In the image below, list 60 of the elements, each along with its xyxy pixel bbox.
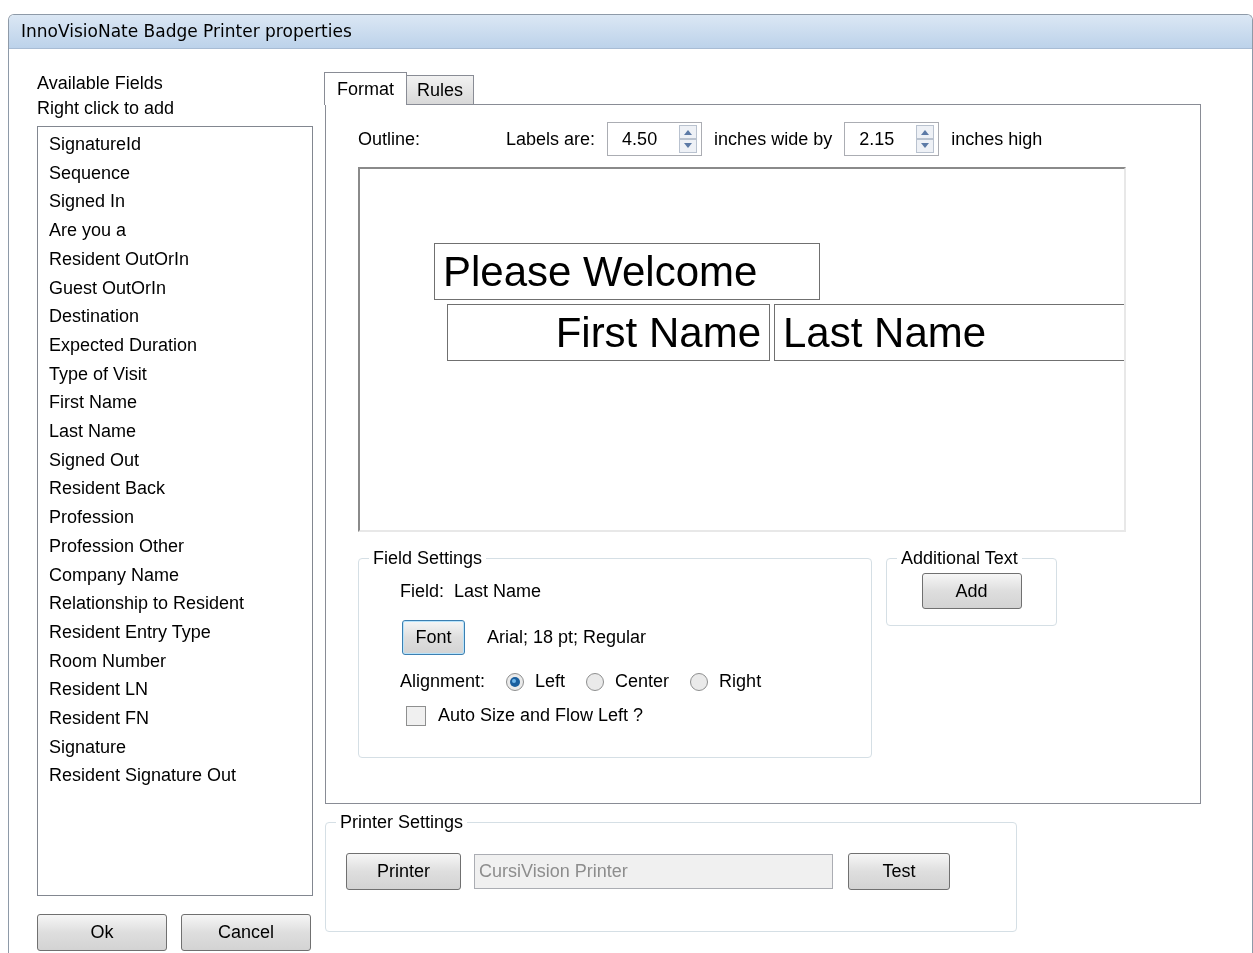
badge-text-field[interactable]: First Name	[447, 304, 770, 361]
group-title: Printer Settings	[339, 812, 465, 833]
window-title: InnoVisioNate Badge Printer properties	[9, 15, 1252, 49]
list-item[interactable]: First Name	[49, 388, 137, 418]
list-item[interactable]: Relationship to Resident	[49, 589, 245, 618]
checkbox[interactable]	[406, 705, 426, 726]
list-item[interactable]: Room Number	[49, 646, 167, 676]
list-item[interactable]: Signed Out	[49, 445, 140, 475]
list-hint: Right click to add	[37, 97, 176, 120]
printer-button[interactable]: Printer	[346, 853, 461, 890]
list-heading: Available Fields	[37, 72, 164, 95]
list-item[interactable]: Type of Visit	[49, 359, 147, 389]
list-item[interactable]: Profession	[49, 503, 135, 532]
size-label: inches wide by	[714, 128, 833, 150]
size-label: Labels are:	[506, 128, 596, 150]
list-item[interactable]: Resident LN	[49, 675, 149, 705]
group-title: Field Settings	[372, 548, 484, 569]
size-label: inches high	[951, 128, 1043, 150]
radio-label: Right	[719, 671, 762, 692]
field-name-text: Field: Last Name	[400, 581, 543, 602]
number-spinner[interactable]: 2.15	[844, 122, 940, 156]
list-item[interactable]: Resident FN	[49, 704, 150, 733]
tab[interactable]: Format	[324, 72, 407, 105]
font-button[interactable]: Font	[402, 620, 465, 655]
list-item[interactable]: Resident Entry Type	[49, 617, 211, 647]
list-item[interactable]: SignatureId	[49, 130, 142, 159]
list-item[interactable]: Expected Duration	[49, 330, 198, 360]
font-description: Arial; 18 pt; Regular	[487, 627, 647, 648]
radio-label: Left	[535, 671, 566, 692]
list-item[interactable]: Are you a	[49, 216, 127, 245]
fields-listbox[interactable]	[37, 126, 313, 896]
number-spinner[interactable]: 4.50	[607, 122, 703, 156]
group-title: Additional Text	[900, 548, 1019, 569]
add-button[interactable]: Add	[921, 573, 1022, 609]
outline-label: Outline:	[358, 128, 421, 150]
test-button[interactable]: Test	[848, 853, 950, 890]
badge-text-field[interactable]: Please Welcome	[434, 243, 820, 300]
list-item[interactable]: Signed In	[49, 187, 126, 217]
radio-button[interactable]	[689, 671, 710, 692]
list-item[interactable]: Resident OutOrIn	[49, 244, 190, 274]
list-item[interactable]: Sequence	[49, 158, 131, 188]
spin-arrows-icon[interactable]	[679, 125, 698, 153]
list-item[interactable]: Company Name	[49, 560, 180, 590]
spin-arrows-icon[interactable]	[916, 125, 935, 153]
ok-button[interactable]: Ok	[37, 914, 167, 951]
list-item[interactable]: Last Name	[49, 417, 137, 446]
checkbox-label: Auto Size and Flow Left ?	[438, 705, 644, 726]
list-item[interactable]: Resident Back	[49, 474, 166, 504]
cancel-button[interactable]: Cancel	[181, 914, 311, 951]
list-item[interactable]: Signature	[49, 732, 127, 762]
tab[interactable]: Rules	[406, 75, 475, 104]
radio-button[interactable]	[585, 671, 606, 692]
radio-button[interactable]	[505, 671, 526, 692]
badge-text-field[interactable]: Last Name	[774, 304, 1124, 361]
alignment-label: Alignment:	[400, 671, 486, 692]
list-item[interactable]: Guest OutOrIn	[49, 273, 167, 303]
list-item[interactable]: Profession Other	[49, 531, 185, 561]
list-item[interactable]: Resident Signature Out	[49, 761, 237, 791]
radio-label: Center	[615, 671, 670, 692]
list-item[interactable]: Destination	[49, 302, 140, 331]
